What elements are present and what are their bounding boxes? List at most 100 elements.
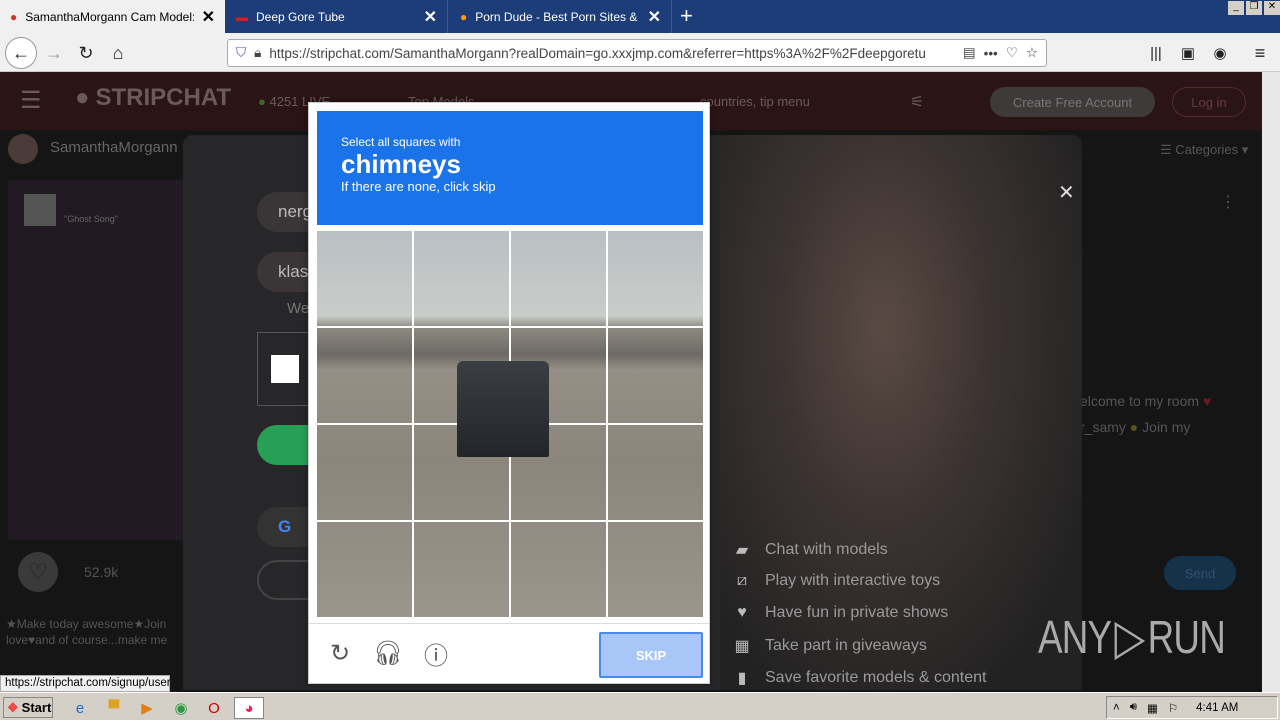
bio: ★Make today awesome★Join love♥and of cour… <box>6 617 168 647</box>
tab-stripchat[interactable]: ● SamanthaMorgann Cam Model: Free ✕ <box>0 0 225 33</box>
logo-icon: ● <box>75 84 90 111</box>
stripchat-favicon-icon: ● <box>10 9 18 24</box>
login-button[interactable]: Log in <box>1172 87 1246 117</box>
create-account-button[interactable]: Create Free Account <box>990 87 1155 117</box>
anyrun-watermark: ANY ▷ RUN <box>1038 609 1226 665</box>
status-bar-url: https://stripchat.com/signup/user <box>0 675 171 692</box>
shield-icon: ⛉ <box>236 45 247 60</box>
tab-porn-dude[interactable]: ● Porn Dude - Best Porn Sites & Free ✕ <box>450 0 672 33</box>
stripchat-logo[interactable]: ● STRIPCHAT <box>75 84 231 112</box>
instruction-text: Select all squares with <box>341 135 461 149</box>
firefox-icon[interactable]: ◕ <box>234 697 264 719</box>
hamburger-icon[interactable]: ☰ <box>20 86 42 115</box>
hint-text: If there are none, click skip <box>341 179 496 194</box>
feature-item: ⧄ Play with interactive toys <box>733 572 940 590</box>
send-button[interactable]: Send <box>1164 556 1236 590</box>
more-icon[interactable]: ••• <box>984 46 998 61</box>
avatar[interactable] <box>8 134 38 164</box>
network-icon[interactable]: ▦ <box>1147 701 1158 715</box>
image-grid <box>316 230 704 618</box>
sidebar-icon[interactable]: ▣ <box>1174 39 1202 67</box>
start-button[interactable]: ❖ Start <box>3 697 53 718</box>
bookmark-icon: ▮ <box>737 670 747 687</box>
reader-view-icon[interactable]: ▤ <box>963 45 976 61</box>
grid-cell[interactable] <box>510 521 607 618</box>
close-modal-icon[interactable]: ✕ <box>1058 180 1075 205</box>
favicon-icon: ● <box>460 9 468 24</box>
new-tab-button[interactable]: + <box>680 3 693 29</box>
grid-cell[interactable] <box>607 521 704 618</box>
clock: 4:41 AM <box>1196 701 1239 714</box>
video-player[interactable] <box>8 180 183 540</box>
refresh-icon[interactable]: ↻ <box>323 636 357 670</box>
grid-cell[interactable] <box>607 327 704 424</box>
library-icon[interactable]: ||| <box>1142 39 1170 67</box>
maximize-button[interactable]: ❐ <box>1246 1 1262 15</box>
menu-icon[interactable]: ≡ <box>1246 39 1274 67</box>
truck-in-image <box>457 361 549 457</box>
info-icon[interactable]: ⓘ <box>419 636 453 670</box>
url-bar[interactable]: ⛉ 🔒︎ https://stripchat.com/SamanthaMorga… <box>227 39 1047 67</box>
media-player-icon[interactable]: ▶ <box>136 697 158 719</box>
gift-icon: ▦ <box>734 638 750 655</box>
minimize-button[interactable]: _ <box>1228 1 1244 15</box>
tray-expand-icon[interactable]: ˄ <box>1113 702 1120 714</box>
grid-cell[interactable] <box>413 521 510 618</box>
target-object: chimneys <box>341 149 461 179</box>
volume-icon[interactable]: 🔊︎ <box>1130 701 1137 714</box>
system-tray: ˄ 🔊︎ ▦ ⚐ 4:41 AM <box>1106 696 1278 719</box>
close-tab-icon[interactable]: ✕ <box>648 7 661 27</box>
recaptcha-checkbox[interactable] <box>271 355 299 383</box>
ie-icon[interactable]: e <box>69 697 91 719</box>
home-button[interactable]: ⌂ <box>104 39 132 67</box>
close-tab-icon[interactable]: ✕ <box>202 7 215 27</box>
opera-icon[interactable]: O <box>203 697 225 719</box>
scrollbar[interactable] <box>1262 72 1280 692</box>
like-button[interactable]: ♡ <box>18 552 58 592</box>
reload-button[interactable]: ↻ <box>72 39 100 67</box>
search-input[interactable]: countries, tip menu <box>700 94 810 109</box>
song-title: "Ghost Song" <box>64 214 118 224</box>
grid-cell[interactable] <box>607 424 704 521</box>
flag-icon[interactable]: ⚐ <box>1168 701 1178 715</box>
grid-cell[interactable] <box>413 230 510 327</box>
grid-cell[interactable] <box>316 424 413 521</box>
account-icon[interactable]: ◉ <box>1206 39 1234 67</box>
challenge-header: Select all squares with chimneys If ther… <box>317 111 703 225</box>
grid-cell[interactable] <box>316 521 413 618</box>
close-window-button[interactable]: ✕ <box>1264 1 1280 15</box>
grid-cell[interactable] <box>316 230 413 327</box>
model-name: SamanthaMorgann <box>50 139 178 156</box>
grid-cell[interactable] <box>316 327 413 424</box>
grid-cell[interactable] <box>607 230 704 327</box>
windows-logo-icon: ❖ <box>7 699 19 715</box>
lock-icon: 🔒︎ <box>254 45 262 60</box>
feature-item: ▦ Take part in giveaways <box>734 637 927 655</box>
feature-item: ▮ Save favorite models & content <box>733 668 987 688</box>
pocket-icon[interactable]: ♡ <box>1006 45 1018 61</box>
feature-item: ▰ Chat with models <box>733 540 888 560</box>
forward-button[interactable]: → <box>40 39 68 67</box>
toy-icon: ⧄ <box>736 572 748 589</box>
more-options-icon[interactable]: ⋮ <box>1220 192 1236 212</box>
tab-bar: ● SamanthaMorgann Cam Model: Free ✕ ▬ De… <box>0 0 1280 33</box>
chrome-icon[interactable]: ◉ <box>170 697 192 719</box>
hcaptcha-challenge: Select all squares with chimneys If ther… <box>308 102 710 684</box>
tab-deep-gore[interactable]: ▬ Deep Gore Tube ✕ <box>226 0 448 33</box>
heart-icon: ♥ <box>737 604 747 621</box>
filter-icon[interactable]: ⚟ <box>910 92 924 112</box>
close-tab-icon[interactable]: ✕ <box>424 7 437 27</box>
categories-dropdown[interactable]: ☰ Categories ▾ <box>1160 142 1248 158</box>
song-cover <box>24 194 56 226</box>
feature-item: ♥ Have fun in private shows <box>733 604 948 622</box>
headphones-icon[interactable]: 🎧︎ <box>371 636 405 670</box>
chat-messages: elcome to my room ♥ r_samy ● Join my <box>1080 393 1212 435</box>
skip-button[interactable]: SKIP <box>599 632 703 678</box>
favicon-icon: ▬ <box>236 9 248 24</box>
bookmark-star-icon[interactable]: ☆ <box>1026 45 1038 61</box>
window-controls: _ ❐ ✕ <box>1228 1 1280 15</box>
grid-cell[interactable] <box>510 230 607 327</box>
explorer-icon[interactable]: ▀ <box>103 697 125 719</box>
back-button[interactable]: ← <box>5 37 37 69</box>
like-count: 52.9k <box>84 564 119 580</box>
